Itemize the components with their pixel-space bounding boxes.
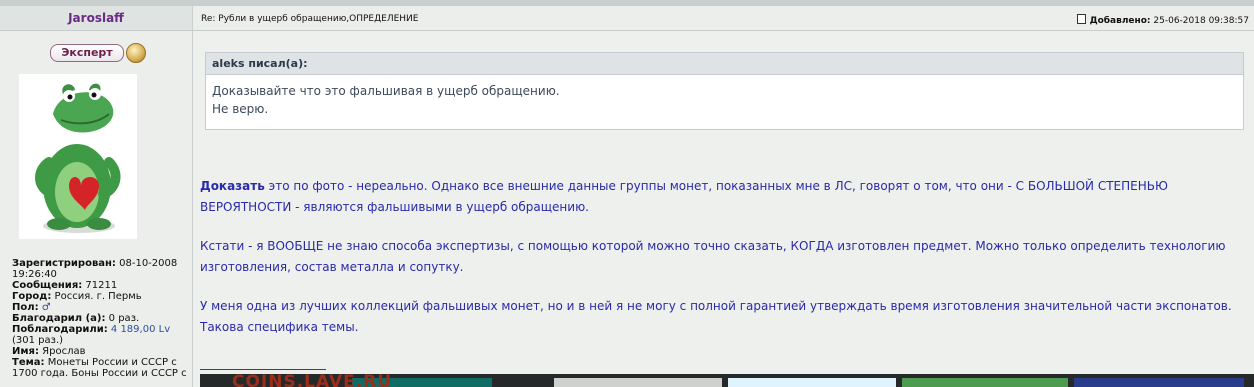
info-thanks-received: Поблагодарили: 4 189,00 Lv (301 раз.) [12,324,171,346]
image-tile [554,378,722,387]
crocodile-avatar-icon [35,83,121,233]
info-gender: Пол: ♂ [12,302,51,313]
post-date: Добавлено: 25-06-2018 09:38:57 [1076,14,1249,26]
info-topic: Тема: Монеты России и СССР с 1700 года. … [12,357,187,379]
author-info: Зарегистрирован: 08-10-2008 19:26:40 Соо… [12,258,190,379]
author-header: Jaroslaff [0,6,192,31]
quote-line-2: Не верю. [212,102,269,116]
author-panel: Jaroslaff Эксперт Зарегистрирован: 08-10… [0,6,193,387]
male-gender-icon: ♂ [41,302,51,313]
post-subject: Re: Рубли в ущерб обращению,ОПРЕДЕЛЕНИЕ [201,14,419,24]
info-posts: Сообщения: 71211 [12,280,118,291]
quote-block: aleks писал(а): Доказывайте что это фаль… [205,52,1244,130]
post-doc-icon[interactable] [1076,14,1086,24]
post-paragraph-2: Кстати - я ВООБЩЕ не знаю способа экспер… [200,239,1226,274]
medal-icon [126,43,146,63]
rank-badge: Эксперт [50,43,148,63]
attached-image[interactable]: COINS.LAVE.RU [200,374,1254,387]
thanks-link[interactable]: 4 189,00 Lv [111,324,170,335]
author-name[interactable]: Jaroslaff [0,11,192,25]
quote-author: aleks писал(а): [206,53,1243,75]
info-city: Город: Россия. г. Пермь [12,291,142,302]
post-header: Re: Рубли в ущерб обращению,ОПРЕДЕЛЕНИЕ … [193,6,1254,31]
image-tile [902,378,1068,387]
info-thanked: Благодарил (а): 0 раз. [12,313,140,324]
quote-body: Доказывайте что это фальшивая в ущерб об… [206,75,1243,118]
image-tile [728,378,896,387]
image-watermark: COINS.LAVE.RU [232,374,393,387]
post-body: Доказать это по фото - нереально. Однако… [200,176,1248,356]
quote-line-1: Доказывайте что это фальшивая в ущерб об… [212,84,560,98]
signature-divider [200,369,326,370]
image-tile [1074,378,1244,387]
avatar[interactable] [19,74,137,239]
expert-badge: Эксперт [50,44,124,62]
post-paragraph-1: Доказать это по фото - нереально. Однако… [200,179,1168,214]
post-paragraph-3: У меня одна из лучших коллекций фальшивы… [200,299,1232,334]
info-name: Имя: Ярослав [12,346,86,357]
info-registered: Зарегистрирован: 08-10-2008 19:26:40 [12,258,178,280]
